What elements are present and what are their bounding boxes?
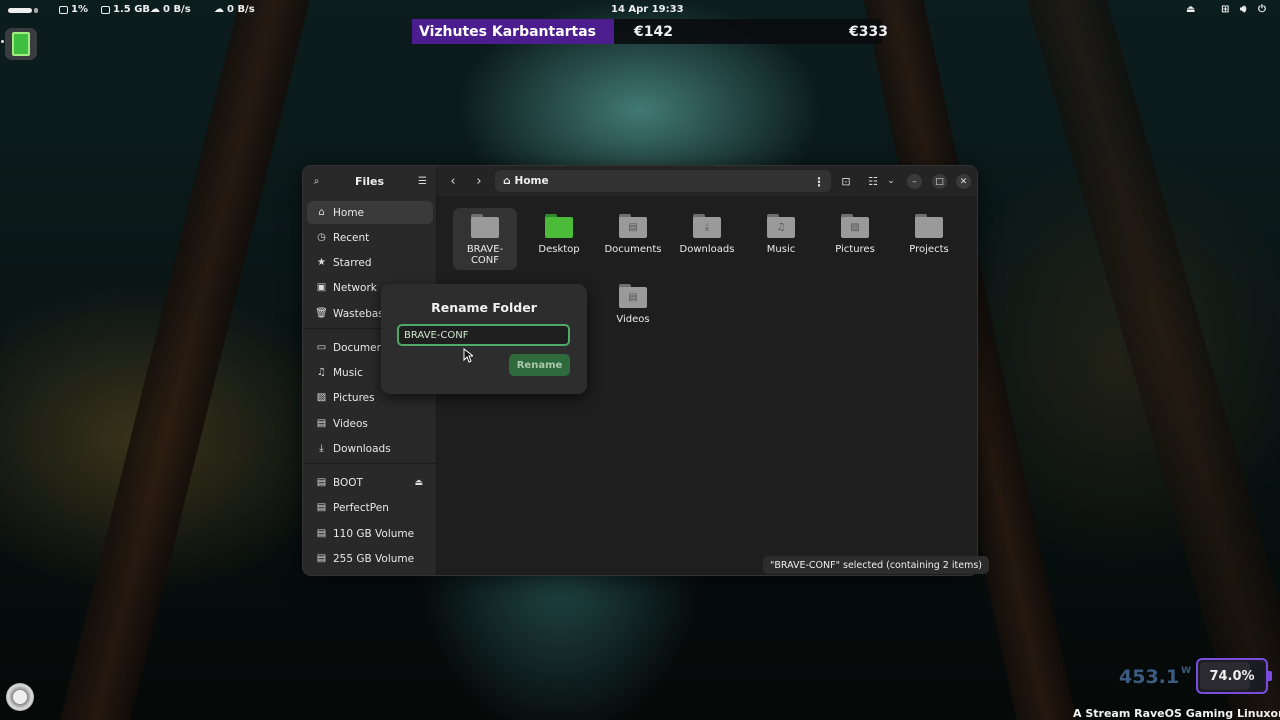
file-item-pictures[interactable]: ▨ Pictures: [823, 208, 887, 255]
hamburger-menu-icon[interactable]: ☰: [417, 176, 428, 187]
drive-icon: ▤: [316, 528, 327, 539]
dock-running-indicator: [1, 40, 4, 43]
folder-icon: [471, 214, 499, 238]
rename-button[interactable]: Rename: [509, 354, 570, 376]
sidebar-item-home[interactable]: ⌂ Home: [307, 201, 433, 224]
ticker-price: €333: [849, 23, 888, 40]
clock[interactable]: 14 Apr 19:33: [611, 4, 684, 15]
drive-icon: ▤: [316, 477, 327, 488]
memory-icon: [101, 5, 110, 14]
sidebar-item-recent[interactable]: ◷ Recent: [307, 226, 433, 249]
videos-folder-icon: ▤: [619, 284, 647, 308]
network-status-icon[interactable]: ⊞: [1221, 4, 1229, 15]
downloads-folder-icon: ⤓: [693, 214, 721, 238]
file-item-music[interactable]: ♫ Music: [749, 208, 813, 255]
eject-tray-icon[interactable]: ⏏: [1186, 4, 1195, 15]
cloud-upload-icon: ☁: [150, 4, 160, 15]
file-item-brave-conf[interactable]: BRAVE- CONF: [453, 208, 517, 270]
document-app-icon: [12, 32, 30, 56]
sidebar-divider: [303, 463, 437, 464]
ticker-name: Vizhutes Karbantartas: [412, 19, 614, 44]
back-button[interactable]: ‹: [443, 171, 463, 191]
cpu-indicator: 1%: [59, 4, 88, 15]
documents-folder-icon: ▤: [619, 214, 647, 238]
path-bar[interactable]: ⌂ Home ⋮: [495, 170, 831, 192]
rename-folder-title: Rename Folder: [431, 300, 537, 315]
dock-app-document-viewer[interactable]: [5, 28, 37, 60]
volume-icon[interactable]: 🔊︎: [1240, 4, 1246, 15]
home-icon: ⌂: [503, 175, 511, 187]
document-icon: ▭: [316, 342, 327, 353]
cpu-icon: [59, 5, 68, 14]
price-ticker: Vizhutes Karbantartas €142 €333: [412, 19, 888, 44]
power-icon[interactable]: ⏻: [1258, 4, 1266, 15]
home-icon: ⌂: [318, 207, 325, 218]
selection-status: "BRAVE-CONF" selected (containing 2 item…: [763, 556, 989, 574]
sidebar-item-perfectpen[interactable]: ▤ PerfectPen: [307, 496, 433, 519]
desktop-folder-icon: [545, 214, 573, 238]
net-down-indicator: ☁ 0 B/s: [214, 4, 255, 15]
header-bar: ‹ › ⌂ Home ⋮ ⊡ ☷ ⌄ – □ ✕: [437, 166, 977, 196]
file-item-projects[interactable]: Projects: [897, 208, 961, 255]
video-icon: ▤: [316, 418, 327, 429]
eject-icon[interactable]: ⏏: [414, 478, 423, 488]
sidebar-item-boot[interactable]: ▤ BOOT ⏏: [307, 471, 433, 494]
sidebar-item-110gb-volume[interactable]: ▤ 110 GB Volume: [307, 522, 433, 545]
wallpaper-trunk: [60, 0, 310, 720]
music-icon: ♫: [317, 367, 326, 378]
new-folder-button[interactable]: ⊡: [836, 171, 856, 191]
kebab-menu-icon[interactable]: ⋮: [813, 175, 825, 189]
view-list-button[interactable]: ☷: [863, 171, 883, 191]
network-icon: ▣: [316, 282, 327, 293]
trash-icon: 🗑︎: [315, 308, 328, 319]
clock-icon: ◷: [317, 232, 326, 243]
top-bar: 1% 1.5 GB ☁ 0 B/s ☁ 0 B/s 14 Apr 19:33 ⏏…: [0, 0, 1280, 20]
power-draw-readout: 453.1 W: [1119, 666, 1192, 688]
drive-icon: ▤: [316, 502, 327, 513]
sidebar-item-downloads[interactable]: ⤓ Downloads: [307, 437, 433, 460]
star-icon: ★: [317, 257, 326, 268]
view-options-chevron-down-icon[interactable]: ⌄: [881, 171, 901, 191]
memory-indicator: 1.5 GB: [101, 4, 150, 15]
stream-marquee: A Stream RaveOS Gaming Linuxon fut: [1073, 707, 1280, 720]
rename-folder-popover: Rename Folder Rename: [381, 284, 587, 394]
sidebar-item-255gb-volume[interactable]: ▤ 255 GB Volume: [307, 547, 433, 570]
path-segment-home[interactable]: Home: [515, 175, 549, 187]
lion-logo-icon: [6, 683, 34, 711]
forward-button[interactable]: ›: [469, 171, 489, 191]
pictures-folder-icon: ▨: [841, 214, 869, 238]
search-icon[interactable]: ⌕: [311, 176, 322, 187]
file-item-downloads[interactable]: ⤓ Downloads: [675, 208, 739, 255]
ticker-price: €142: [634, 23, 673, 40]
download-icon: ⤓: [319, 443, 324, 454]
net-up-indicator: ☁ 0 B/s: [150, 4, 191, 15]
close-button[interactable]: ✕: [956, 174, 971, 189]
file-item-documents[interactable]: ▤ Documents: [601, 208, 665, 255]
file-item-videos[interactable]: ▤ Videos: [601, 278, 665, 325]
picture-icon: ▨: [316, 392, 327, 403]
sidebar-item-videos[interactable]: ▤ Videos: [307, 412, 433, 435]
wallpaper-trunk: [1026, 0, 1280, 720]
sidebar-title: Files: [354, 174, 385, 188]
music-folder-icon: ♫: [767, 214, 795, 238]
mouse-cursor-icon: [463, 348, 473, 363]
maximize-button[interactable]: □: [932, 174, 947, 189]
cloud-download-icon: ☁: [214, 4, 224, 15]
sidebar-item-starred[interactable]: ★ Starred: [307, 251, 433, 274]
activities-button[interactable]: [8, 8, 38, 13]
battery-indicator: 74.0%: [1196, 658, 1272, 694]
rename-input[interactable]: [397, 324, 570, 346]
drive-icon: ▤: [316, 553, 327, 564]
folder-icon: [915, 214, 943, 238]
file-item-desktop[interactable]: Desktop: [527, 208, 591, 255]
minimize-button[interactable]: –: [907, 174, 922, 189]
